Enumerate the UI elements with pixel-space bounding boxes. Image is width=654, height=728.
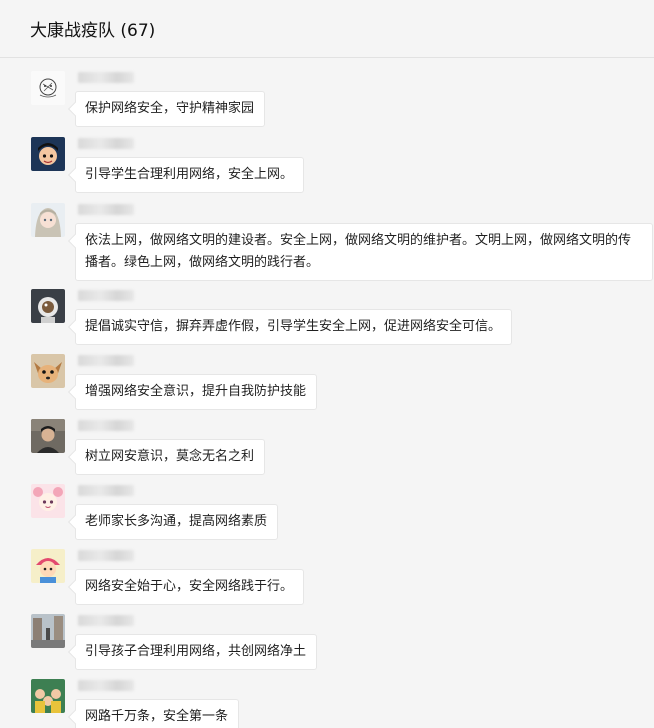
chat-header: 大康战疫队 (67) — [0, 0, 654, 58]
sender-name-blurred — [78, 680, 134, 691]
message-item: 树立网安意识，莫念无名之利 — [0, 419, 654, 483]
message-item: 网路千万条，安全第一条 — [0, 679, 654, 728]
person-photo-avatar-icon[interactable] — [31, 419, 65, 453]
sender-name-blurred — [78, 290, 134, 301]
message-item: 网络安全始于心，安全网络践于行。 — [0, 549, 654, 613]
message-bubble: 保护网络安全，守护精神家园 — [75, 91, 266, 127]
message-bubble: 网络安全始于心，安全网络践于行。 — [75, 569, 305, 605]
message-item: 引导孩子合理利用网络，共创网络净土 — [0, 614, 654, 678]
message-bubble: 提倡诚实守信，摒弃弄虚作假，引导学生安全上网，促进网络安全可信。 — [75, 309, 513, 345]
message-bubble: 网路千万条，安全第一条 — [75, 699, 240, 728]
sender-name-blurred — [78, 355, 134, 366]
line-drawing-avatar-icon[interactable] — [31, 71, 65, 105]
message-item: 提倡诚实守信，摒弃弄虚作假，引导学生安全上网，促进网络安全可信。 — [0, 289, 654, 353]
message-bubble: 树立网安意识，莫念无名之利 — [75, 439, 266, 475]
street-photo-avatar-icon[interactable] — [31, 614, 65, 648]
sender-name-blurred — [78, 204, 134, 215]
cartoon-character-avatar-icon[interactable] — [31, 484, 65, 518]
anime-girl-avatar-icon[interactable] — [31, 203, 65, 237]
message-item: 保护网络安全，守护精神家园 — [0, 71, 654, 135]
message-bubble: 增强网络安全意识，提升自我防护技能 — [75, 374, 318, 410]
group-title: 大康战疫队 (67) — [30, 21, 156, 41]
cartoon-kid-avatar-icon[interactable] — [31, 549, 65, 583]
message-item: 老师家长多沟通，提高网络素质 — [0, 484, 654, 548]
message-bubble: 依法上网，做网络文明的建设者。安全上网，做网络文明的维护者。文明上网，做网络文明… — [75, 223, 653, 281]
sender-name-blurred — [78, 550, 134, 561]
message-bubble: 老师家长多沟通，提高网络素质 — [75, 504, 279, 540]
message-list[interactable]: 保护网络安全，守护精神家园 引导学生合理利用网络，安全上网。 依法上网，做网络文… — [0, 58, 654, 728]
sender-name-blurred — [78, 485, 134, 496]
message-item: 增强网络安全意识，提升自我防护技能 — [0, 354, 654, 418]
message-item: 引导学生合理利用网络，安全上网。 — [0, 137, 654, 201]
cartoon-boy-avatar-icon[interactable] — [31, 137, 65, 171]
puppy-avatar-icon[interactable] — [31, 354, 65, 388]
astronaut-avatar-icon[interactable] — [31, 289, 65, 323]
sender-name-blurred — [78, 72, 134, 83]
sender-name-blurred — [78, 138, 134, 149]
message-item: 依法上网，做网络文明的建设者。安全上网，做网络文明的维护者。文明上网，做网络文明… — [0, 203, 654, 281]
sender-name-blurred — [78, 615, 134, 626]
message-bubble: 引导孩子合理利用网络，共创网络净土 — [75, 634, 318, 670]
message-bubble: 引导学生合理利用网络，安全上网。 — [75, 157, 305, 193]
sender-name-blurred — [78, 420, 134, 431]
group-photo-avatar-icon[interactable] — [31, 679, 65, 713]
